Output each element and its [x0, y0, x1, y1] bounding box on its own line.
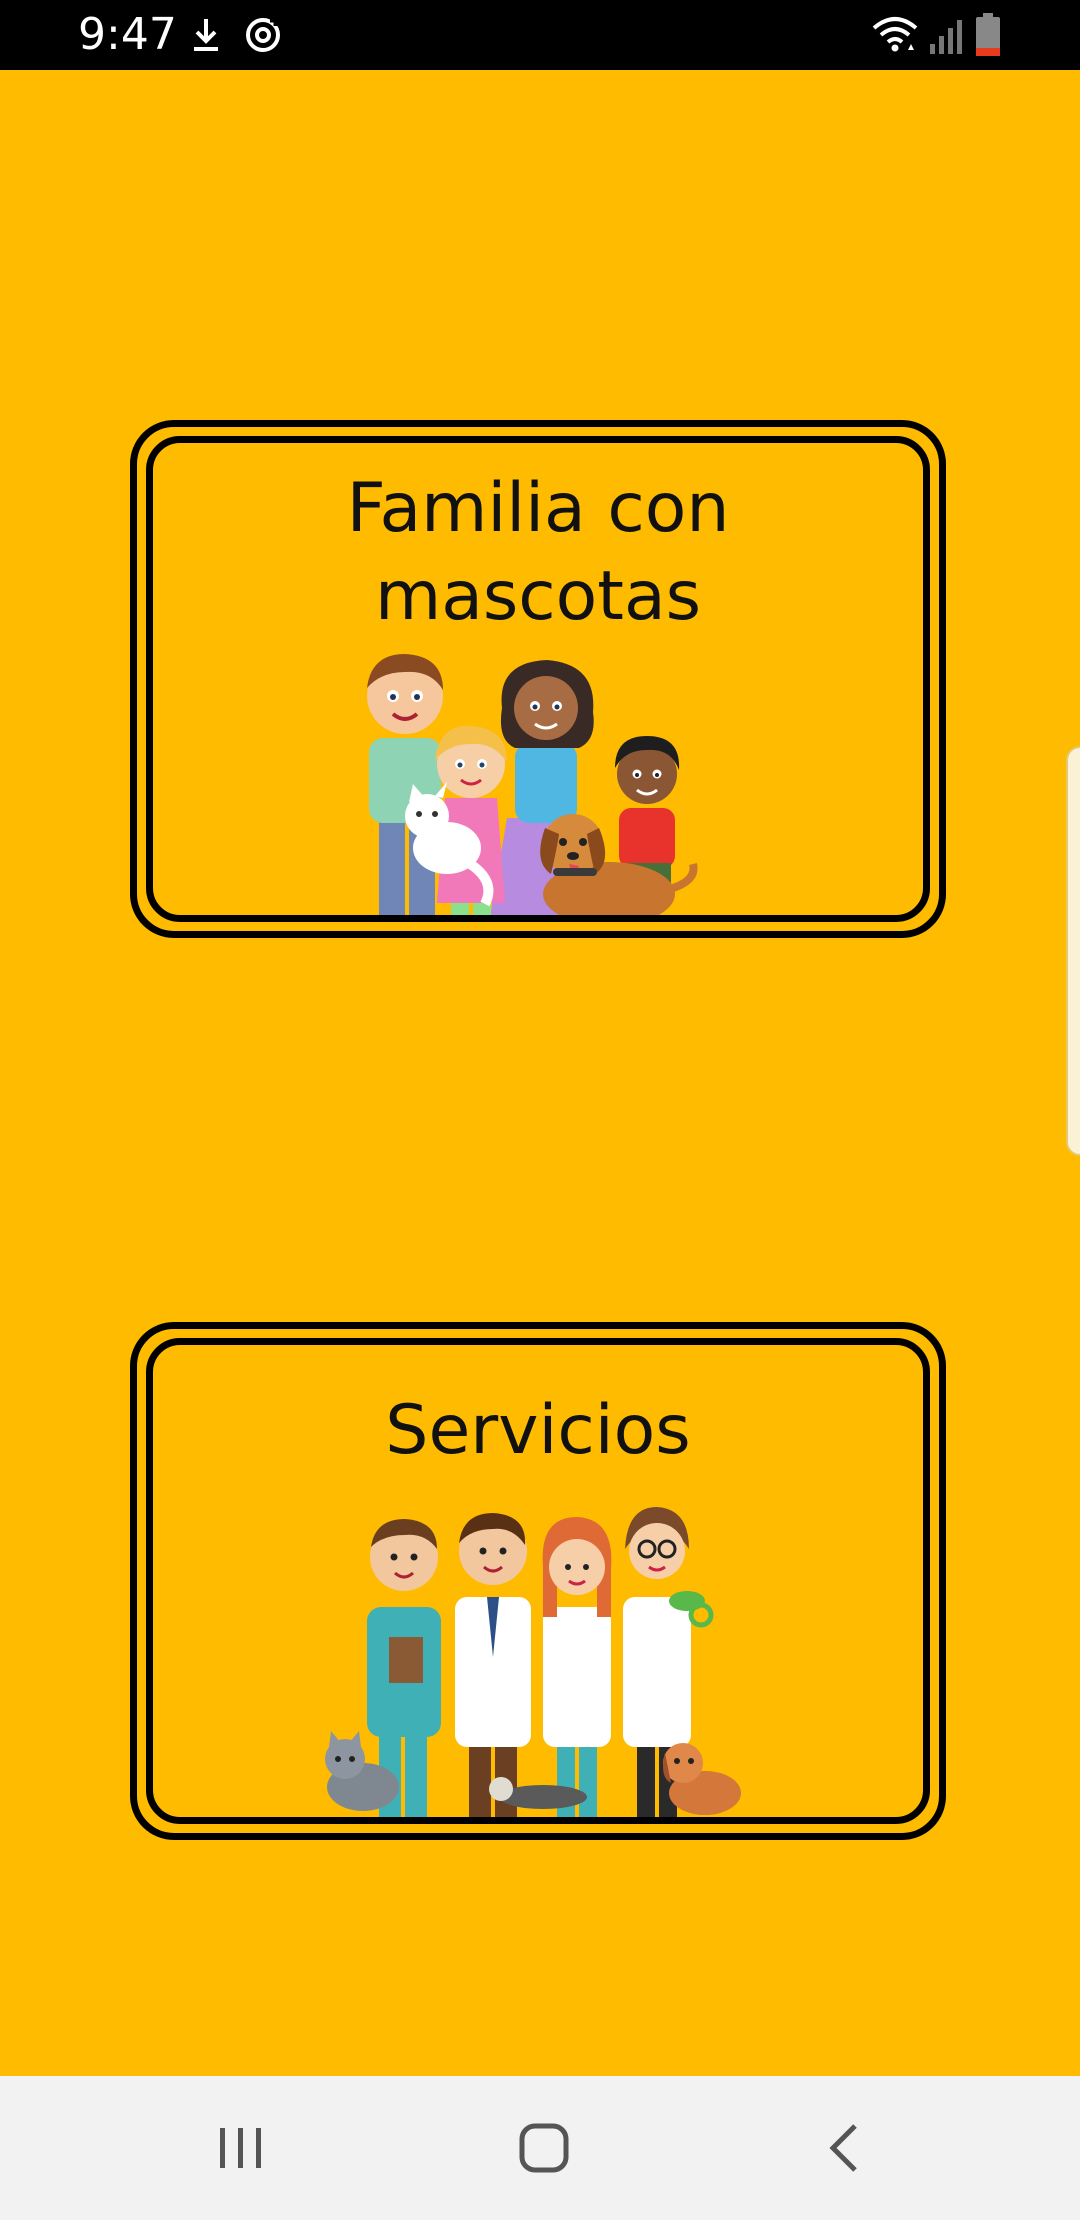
back-icon[interactable]: [800, 2106, 890, 2190]
orange-puppy: [663, 1743, 741, 1815]
services-card[interactable]: Servicios: [130, 1322, 946, 1840]
veterinary-staff-illustration: [325, 1507, 741, 1817]
battery-icon: [976, 13, 1000, 56]
services-card-frame: Servicios: [146, 1338, 930, 1824]
signal-icon: [930, 20, 962, 54]
family-pets-card[interactable]: Familia con mascotas: [130, 420, 946, 938]
edge-panel-handle[interactable]: [1066, 746, 1080, 1156]
services-title: Servicios: [385, 1391, 691, 1470]
family-pets-title-line2: mascotas: [374, 557, 702, 636]
main-content: Familia con mascotas Servicios: [0, 70, 1080, 2076]
navigation-bar: [0, 2076, 1080, 2220]
vet-redhead-woman: [542, 1517, 612, 1817]
family-with-pets-illustration: [367, 654, 698, 915]
dad-figure: [367, 654, 443, 915]
home-icon[interactable]: [500, 2106, 590, 2190]
family-pets-title: Familia con mascotas: [153, 465, 923, 641]
vet-white-coat-man: [455, 1513, 531, 1817]
wifi-icon: [872, 17, 918, 52]
download-icon: [194, 19, 218, 51]
sync-icon: [246, 17, 280, 52]
status-bar: 9:47: [0, 0, 1080, 70]
recent-apps-icon[interactable]: [196, 2106, 286, 2190]
status-time: 9:47: [78, 9, 177, 60]
family-pets-title-line1: Familia con: [346, 469, 730, 548]
family-pets-card-frame: Familia con mascotas: [146, 436, 930, 922]
